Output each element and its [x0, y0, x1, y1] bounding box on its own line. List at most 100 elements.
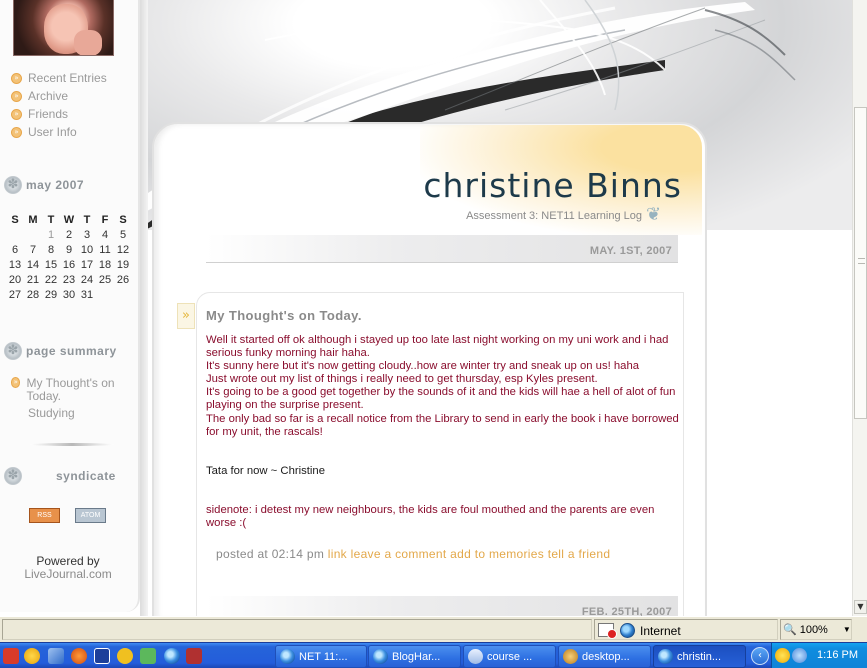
calendar-day — [114, 287, 132, 302]
syndicate-title: syndicate — [56, 469, 116, 483]
entry-link[interactable]: link — [328, 547, 347, 561]
rss-button[interactable]: RSS — [29, 508, 60, 523]
calendar-day[interactable]: 28 — [24, 287, 42, 302]
summary-item[interactable]: » My Thought's on Today. — [11, 377, 131, 403]
calendar-day[interactable]: 2 — [60, 227, 78, 242]
weekday: M — [28, 213, 38, 226]
nav-link[interactable]: User Info — [28, 125, 77, 139]
task-button[interactable]: desktop... — [558, 645, 651, 668]
scrollbar-thumb[interactable] — [854, 107, 867, 419]
calendar-day[interactable]: 6 — [6, 242, 24, 257]
task-button[interactable]: NET 11:... — [275, 645, 367, 668]
calendar-day[interactable]: 23 — [60, 272, 78, 287]
calendar-week: 13 14 15 16 17 18 19 — [6, 257, 132, 272]
bullet-icon: » — [11, 126, 22, 138]
calendar-day[interactable]: 17 — [78, 257, 96, 272]
calendar-day[interactable]: 21 — [24, 272, 42, 287]
taskbar: NET 11:... BlogHar... course ... desktop… — [0, 642, 867, 668]
page-summary-list: » My Thought's on Today. Studying — [11, 377, 131, 424]
leave-comment-link[interactable]: leave a comment — [351, 547, 447, 561]
calendar-day[interactable]: 15 — [42, 257, 60, 272]
calendar-weekdays: S M T W T F S — [6, 212, 132, 227]
calendar-day[interactable]: 18 — [96, 257, 114, 272]
calendar-day[interactable]: 13 — [6, 257, 24, 272]
flower-icon: ✽ — [4, 342, 22, 360]
document-icon — [468, 649, 483, 664]
popup-blocked-icon[interactable] — [598, 623, 617, 639]
calendar-day[interactable]: 30 — [60, 287, 78, 302]
calendar-header: ✽ may 2007 — [4, 173, 136, 197]
summary-item[interactable]: Studying — [11, 407, 131, 420]
word-icon[interactable] — [94, 648, 110, 664]
entry-subject: My Thought's on Today. — [206, 308, 362, 323]
sidebar-shadow — [140, 0, 148, 616]
task-button[interactable]: course ... — [463, 645, 556, 668]
zoom-level: 100% — [799, 623, 828, 636]
entry-paragraph: The only bad so far is a recall notice f… — [206, 412, 679, 438]
vertical-scrollbar[interactable]: ▼ — [852, 0, 867, 616]
sidebar-divider — [30, 443, 114, 446]
entry-paragraph: It's sunny here but it's now getting clo… — [206, 360, 640, 373]
calendar-day[interactable]: 27 — [6, 287, 24, 302]
calendar-day[interactable]: 12 — [114, 242, 132, 257]
calendar-day[interactable]: 14 — [24, 257, 42, 272]
network-tray-icon[interactable] — [792, 648, 807, 663]
magnifier-icon: 🔍 — [783, 624, 797, 636]
nav-item-archive[interactable]: » Archive — [11, 87, 107, 105]
app-icon[interactable] — [3, 648, 19, 664]
calendar-day[interactable]: 19 — [114, 257, 132, 272]
calendar-day[interactable]: 25 — [96, 272, 114, 287]
userpic[interactable] — [13, 0, 114, 56]
calendar-day[interactable]: 31 — [78, 287, 96, 302]
add-to-memories-link[interactable]: add to memories — [450, 547, 544, 561]
calendar-days: 1 2 3 4 5 6 7 8 9 10 11 12 13 14 15 16 17 18 19 20 21 22 23 24 2… — [6, 227, 132, 302]
entry-signoff: Tata for now ~ Christine — [206, 464, 325, 477]
zone-label: Internet — [640, 623, 681, 638]
calendar-day[interactable]: 24 — [78, 272, 96, 287]
calendar-day[interactable]: 20 — [6, 272, 24, 287]
calendar-day[interactable]: 3 — [78, 227, 96, 242]
calendar-day[interactable]: 5 — [114, 227, 132, 242]
weekday: W — [63, 213, 75, 226]
app-icon[interactable] — [186, 648, 202, 664]
calendar-day[interactable]: 29 — [42, 287, 60, 302]
calendar-day[interactable]: 9 — [60, 242, 78, 257]
messenger-icon[interactable] — [24, 648, 40, 664]
scroll-down-icon[interactable]: ▼ — [854, 600, 867, 614]
userpic-hand — [74, 30, 102, 55]
nav-link[interactable]: Archive — [28, 89, 68, 103]
syndicate-header: ✽ syndicate — [4, 464, 136, 488]
calendar-day[interactable]: 1 — [42, 227, 60, 242]
calendar-day[interactable]: 26 — [114, 272, 132, 287]
task-button[interactable]: BlogHar... — [368, 645, 461, 668]
journal-nav: » Recent Entries » Archive » Friends » User … — [11, 69, 107, 141]
nav-item-recent-entries[interactable]: » Recent Entries — [11, 69, 107, 87]
calendar-week: 20 21 22 23 24 25 26 — [6, 272, 132, 287]
tell-a-friend-link[interactable]: tell a friend — [548, 547, 611, 561]
calendar-day[interactable]: 8 — [42, 242, 60, 257]
calendar-day[interactable]: 11 — [96, 242, 114, 257]
calendar-day[interactable]: 22 — [42, 272, 60, 287]
zoom-control[interactable]: 🔍 100% ▼ — [783, 623, 851, 637]
task-button-active[interactable]: christin... — [653, 645, 746, 668]
chevron-left-icon[interactable]: ‹ — [751, 647, 769, 665]
nav-link[interactable]: Friends — [28, 107, 68, 121]
summary-link[interactable]: Studying — [28, 407, 75, 420]
nav-link[interactable]: Recent Entries — [28, 71, 107, 85]
messenger-tray-icon[interactable] — [775, 648, 790, 663]
calendar-day[interactable]: 7 — [24, 242, 42, 257]
calendar-day[interactable]: 10 — [78, 242, 96, 257]
app-icon[interactable] — [117, 648, 133, 664]
summary-link[interactable]: My Thought's on Today. — [26, 377, 131, 403]
atom-button[interactable]: ATOM — [75, 508, 106, 523]
nav-item-friends[interactable]: » Friends — [11, 105, 107, 123]
explorer-icon[interactable] — [48, 648, 64, 664]
calendar-day[interactable]: 4 — [96, 227, 114, 242]
firefox-icon[interactable] — [71, 648, 87, 664]
app-icon[interactable] — [140, 648, 156, 664]
calendar-day — [6, 227, 24, 242]
ie-icon[interactable] — [164, 648, 180, 664]
calendar-day[interactable]: 16 — [60, 257, 78, 272]
nav-item-user-info[interactable]: » User Info — [11, 123, 107, 141]
livejournal-link[interactable]: LiveJournal.com — [24, 567, 111, 581]
